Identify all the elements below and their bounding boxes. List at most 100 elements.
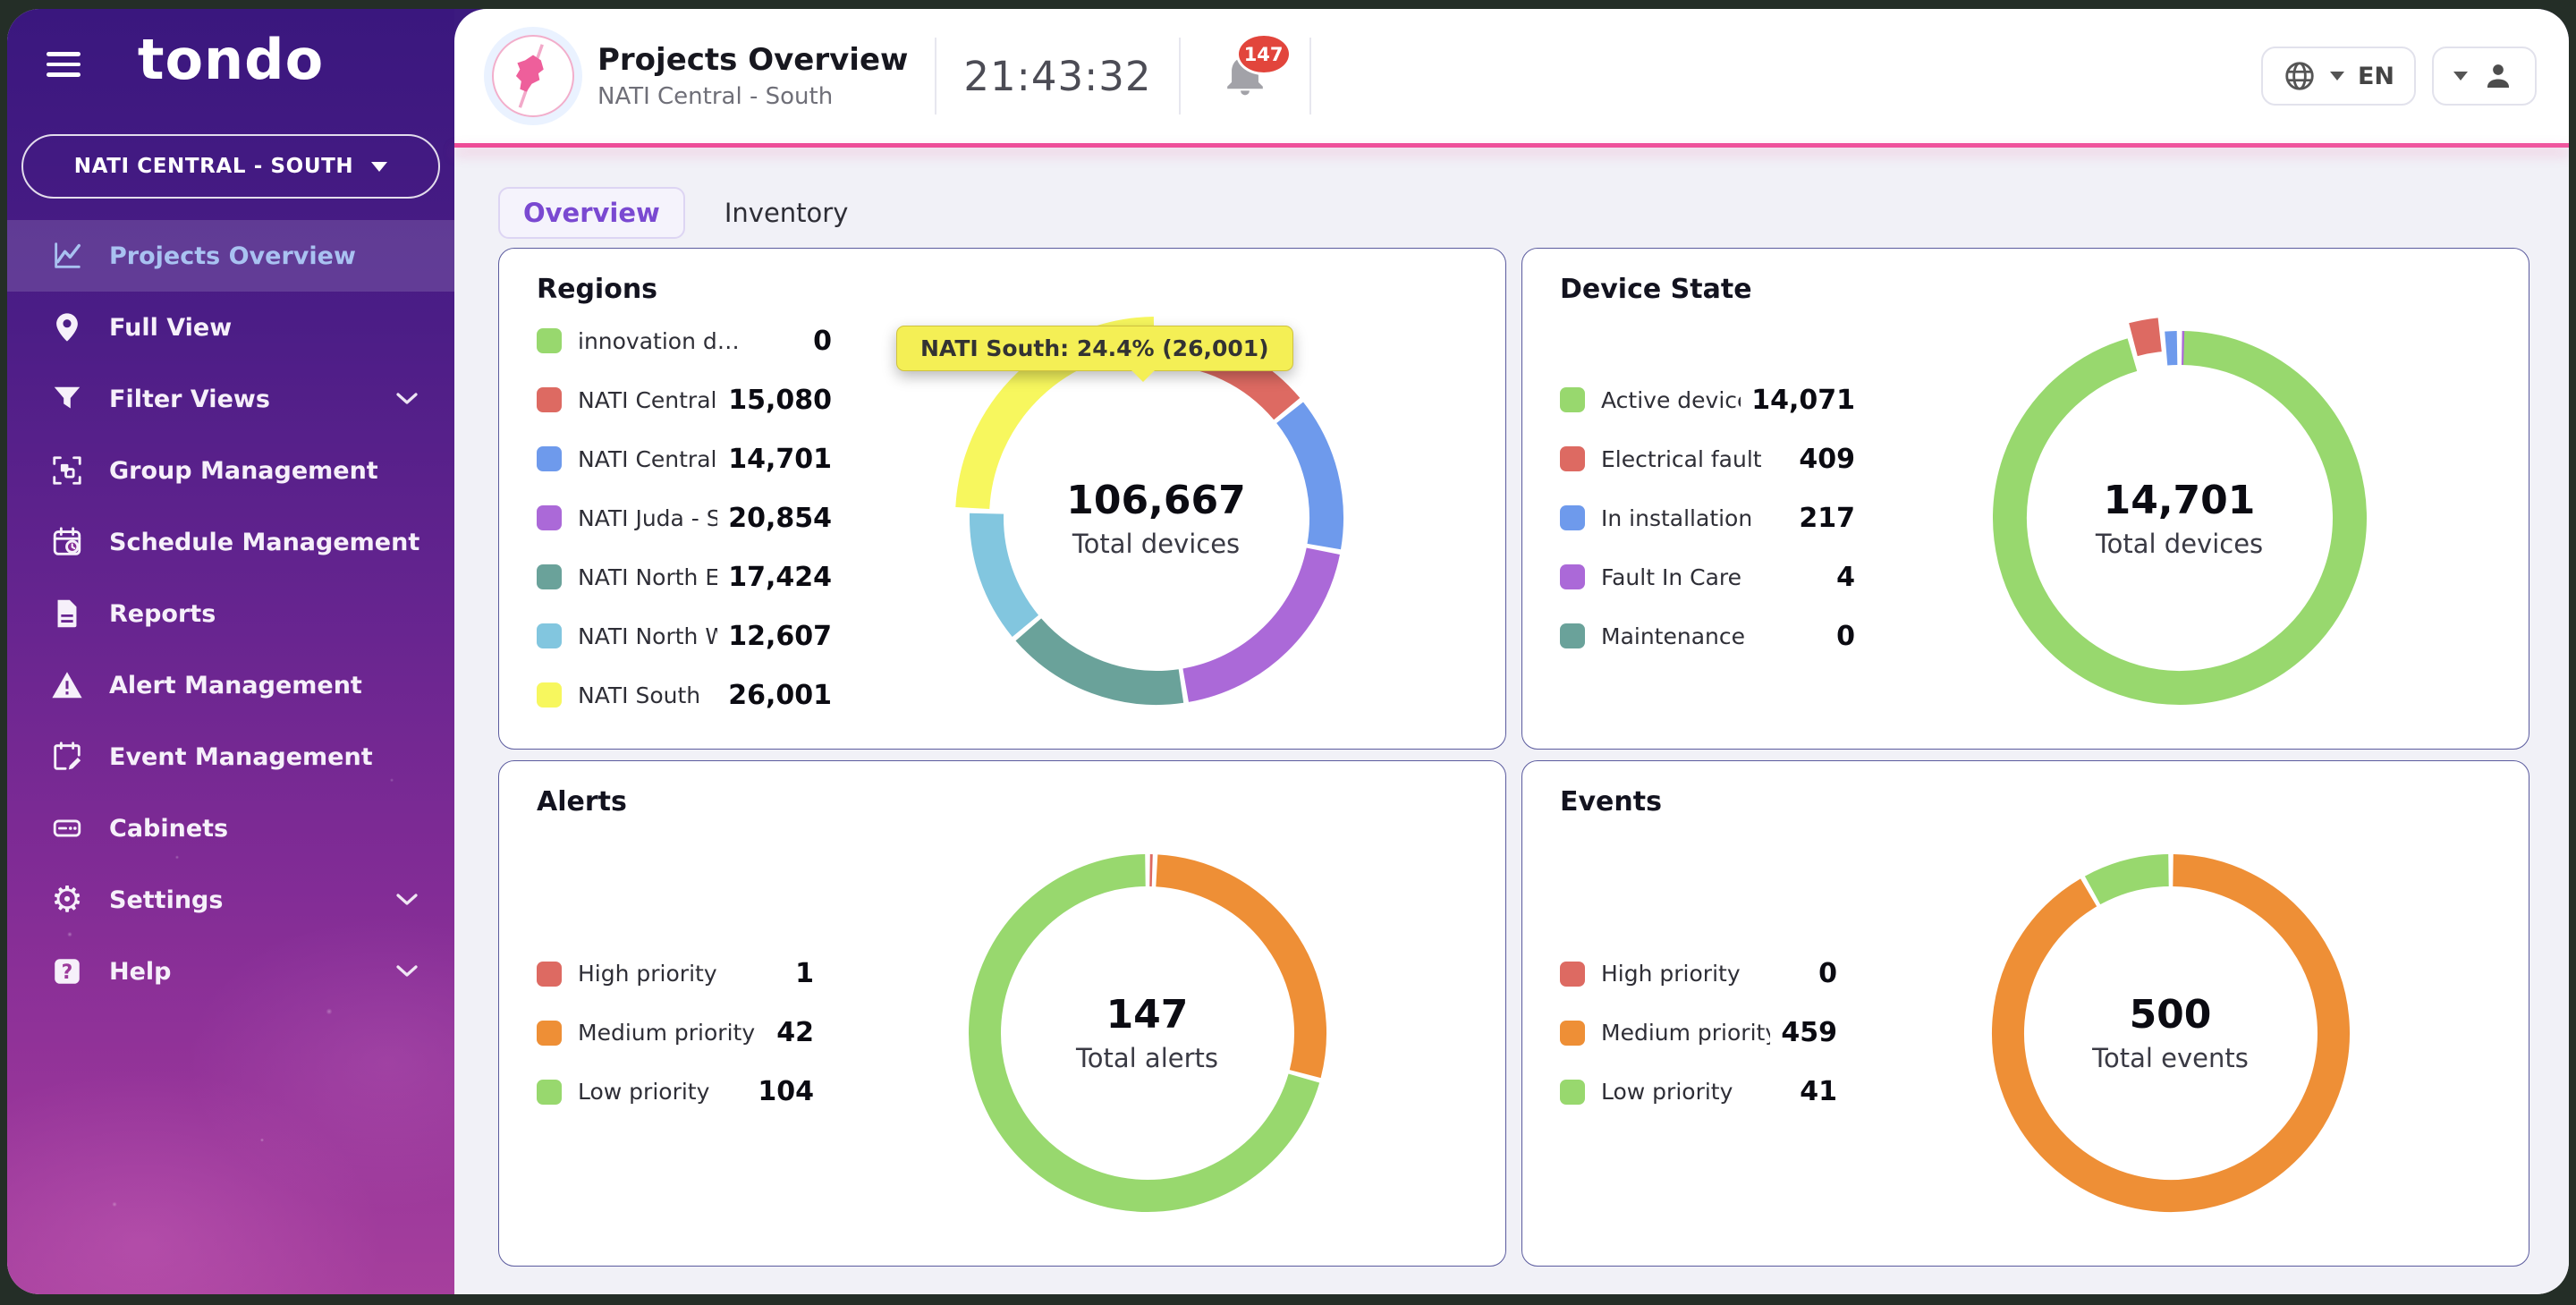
legend-label: innovation d… — [578, 328, 802, 354]
donut-chart[interactable]: 147 Total alerts — [814, 836, 1480, 1230]
tab-bar: Overview Inventory — [498, 187, 853, 239]
legend-item[interactable]: NATI Central -…15,080 — [537, 382, 832, 418]
legend-label: In installation — [1601, 505, 1788, 531]
legend-label: NATI South — [578, 682, 717, 708]
chart-legend: High priority1 Medium priority42 Low prior… — [537, 956, 814, 1110]
donut-chart[interactable]: 14,701 Total devices — [1855, 312, 2504, 724]
sidebar-item-alert-management[interactable]: Alert Management — [7, 649, 454, 721]
chart-legend: Active devices 14,071 Electrical fault409 I… — [1560, 382, 1855, 654]
legend-item[interactable]: NATI South26,001 — [537, 677, 832, 713]
card-title: Events — [1560, 786, 2504, 818]
tab-overview[interactable]: Overview — [498, 187, 685, 239]
divider — [935, 38, 936, 114]
sidebar-item-projects-overview[interactable]: Projects Overview — [7, 220, 454, 292]
donut-segment[interactable] — [986, 513, 1024, 626]
legend-item[interactable]: Medium priority459 — [1560, 1015, 1837, 1051]
header-right: EN — [2261, 47, 2537, 106]
chart-legend: innovation d…0 NATI Central -…15,080 NATI … — [537, 323, 832, 713]
sidebar-item-schedule-management[interactable]: Schedule Management — [7, 506, 454, 578]
region-selector-label: NATI CENTRAL - SOUTH — [74, 155, 354, 178]
calendar-edit-icon — [48, 738, 86, 775]
legend-swatch — [1560, 387, 1585, 412]
legend-item[interactable]: Low priority104 — [537, 1074, 814, 1110]
sidebar-item-full-view[interactable]: Full View — [7, 292, 454, 363]
legend-swatch — [1560, 446, 1585, 471]
divider — [1309, 38, 1311, 114]
chevron-down-icon — [2330, 72, 2344, 81]
legend-item[interactable]: NATI North W…12,607 — [537, 618, 832, 654]
donut-segment[interactable] — [2132, 335, 2159, 339]
donut-segment[interactable] — [1157, 870, 1310, 1073]
legend-swatch — [537, 682, 562, 708]
legend-value: 20,854 — [728, 503, 832, 534]
sidebar-item-help[interactable]: ? Help — [7, 936, 454, 1007]
legend-item[interactable]: NATI Central -…14,701 — [537, 441, 832, 477]
legend-item[interactable]: NATI Juda - S…20,854 — [537, 500, 832, 536]
donut-segment[interactable] — [1290, 412, 1326, 547]
donut-segment[interactable] — [1185, 551, 1323, 685]
legend-item[interactable]: NATI North East17,424 — [537, 559, 832, 595]
profile-button[interactable] — [2432, 47, 2537, 106]
document-icon — [48, 595, 86, 632]
sidebar-item-event-management[interactable]: Event Management — [7, 721, 454, 792]
sidebar-menu: Projects Overview Full View Filter Views… — [7, 220, 454, 1007]
legend-swatch — [537, 1080, 562, 1105]
legend-item[interactable]: High priority1 — [537, 956, 814, 992]
legend-item[interactable]: innovation d…0 — [537, 323, 832, 359]
title-block: Projects Overview NATI Central - South — [597, 41, 908, 112]
language-button[interactable]: EN — [2261, 47, 2416, 106]
sidebar-item-settings[interactable]: ⚙ Settings — [7, 864, 454, 936]
line-chart-icon — [48, 237, 86, 275]
donut-chart[interactable]: 106,667 Total devices — [832, 312, 1480, 724]
legend-value: 1 — [795, 958, 814, 989]
legend-value: 14,071 — [1751, 385, 1855, 416]
sidebar-item-cabinets[interactable]: Cabinets — [7, 792, 454, 864]
page-title: Projects Overview — [597, 41, 908, 80]
legend-value: 41 — [1800, 1076, 1837, 1107]
accent-line — [454, 143, 2569, 148]
card-device-state: Device State Active devices14,071Electri… — [1521, 248, 2529, 750]
legend-item[interactable]: Electrical fault409 — [1560, 441, 1855, 477]
legend-swatch — [537, 505, 562, 530]
legend-value: 0 — [1836, 621, 1855, 652]
legend-value: 0 — [1818, 958, 1837, 989]
legend-item[interactable]: Active devices 14,071 — [1560, 382, 1855, 418]
sidebar-item-reports[interactable]: Reports — [7, 578, 454, 649]
legend-value: 15,080 — [728, 385, 832, 416]
donut-chart[interactable]: 500 Total events — [1837, 836, 2504, 1230]
donut-segment[interactable] — [2092, 870, 2168, 890]
notification-bell[interactable]: 147 — [1220, 49, 1270, 103]
donut-segment[interactable] — [2165, 348, 2176, 349]
donut-segment[interactable] — [2007, 870, 2333, 1196]
warning-triangle-icon — [48, 666, 86, 704]
legend-label: Fault In Care — [1601, 564, 1826, 590]
menu-icon[interactable] — [47, 52, 80, 83]
legend-swatch — [537, 446, 562, 471]
legend-item[interactable]: Maintenance 0 — [1560, 618, 1855, 654]
content: OverviewInventory Regions innovation d…0… — [454, 148, 2569, 1294]
card-events: Events High priority0 Medium priority459 L… — [1521, 760, 2529, 1267]
sidebar-item-filter-views[interactable]: Filter Views — [7, 363, 454, 435]
legend-item[interactable]: High priority0 — [1560, 956, 1837, 992]
legend-swatch — [537, 623, 562, 648]
legend-label: Medium priority — [1601, 1020, 1770, 1046]
donut-segment[interactable] — [2009, 348, 2349, 688]
legend-swatch — [1560, 1021, 1585, 1046]
chart-legend: High priority0 Medium priority459 Low prio… — [1560, 956, 1837, 1110]
legend-item[interactable]: Fault In Care4 — [1560, 559, 1855, 595]
legend-value: 14,701 — [728, 444, 832, 475]
donut-segment[interactable] — [1028, 630, 1181, 688]
notification-badge: 147 — [1236, 33, 1292, 75]
legend-label: Active devices — [1601, 387, 1741, 413]
card-title: Regions — [537, 274, 1480, 305]
chevron-down-icon — [395, 964, 419, 979]
legend-label: Maintenance — [1601, 623, 1826, 649]
region-selector[interactable]: NATI CENTRAL - SOUTH — [21, 134, 440, 199]
legend-swatch — [537, 1021, 562, 1046]
legend-item[interactable]: Medium priority42 — [537, 1015, 814, 1051]
card-regions: Regions innovation d…0 NATI Central -…15,… — [498, 248, 1506, 750]
tab-inventory[interactable]: Inventory — [719, 189, 854, 237]
legend-item[interactable]: In installation217 — [1560, 500, 1855, 536]
legend-item[interactable]: Low priority41 — [1560, 1074, 1837, 1110]
sidebar-item-group-management[interactable]: Group Management — [7, 435, 454, 506]
